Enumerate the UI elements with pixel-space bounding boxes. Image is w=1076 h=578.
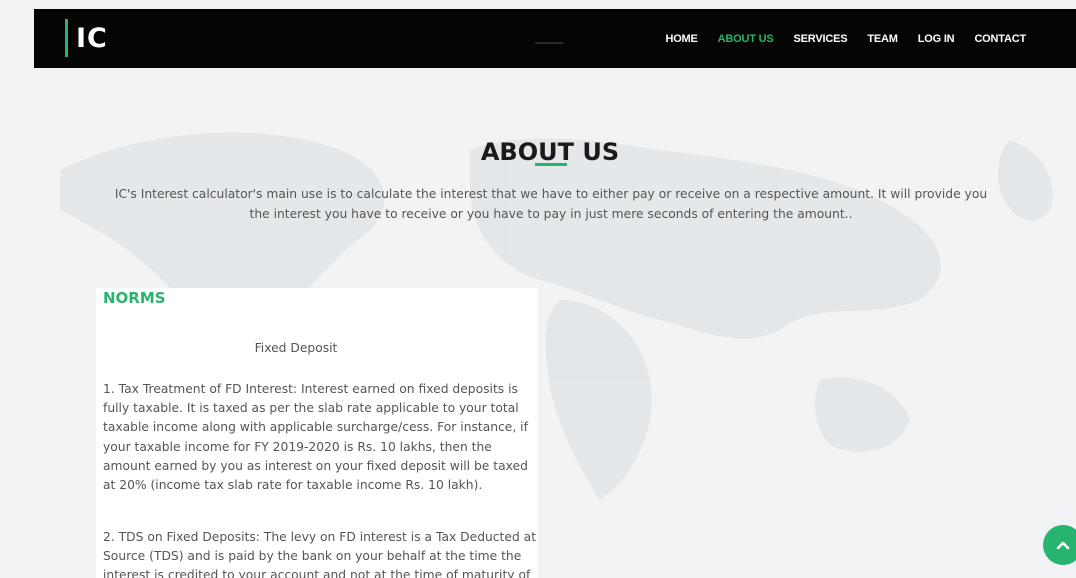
- norms-paragraph-1: 1. Tax Treatment of FD Interest: Interes…: [103, 382, 528, 493]
- chevron-up-icon: [1056, 541, 1070, 550]
- nav-about-us[interactable]: ABOUT US: [718, 33, 774, 45]
- about-intro-text: IC's Interest calculator's main use is t…: [114, 187, 988, 221]
- fixed-deposit-subtitle: Fixed Deposit: [254, 341, 338, 355]
- norms-title: NORMS: [103, 289, 166, 307]
- page: IC HOME ABOUT US SERVICES TEAM LOG IN CO…: [0, 0, 1076, 578]
- scroll-to-top-button[interactable]: [1043, 525, 1076, 565]
- norms-paragraph-2: 2. TDS on Fixed Deposits: The levy on FD…: [103, 530, 537, 578]
- nav-divider: [535, 42, 563, 44]
- logo-accent-bar: [65, 19, 68, 57]
- nav-home[interactable]: HOME: [665, 33, 697, 45]
- norms-card: NORMS Fixed Deposit 1. Tax Treatment of …: [96, 288, 538, 578]
- logo-text: IC: [76, 22, 108, 54]
- nav-team[interactable]: TEAM: [867, 33, 898, 45]
- brand-logo[interactable]: IC: [65, 19, 108, 57]
- nav-contact[interactable]: CONTACT: [974, 33, 1026, 45]
- top-navbar: IC HOME ABOUT US SERVICES TEAM LOG IN CO…: [34, 9, 1076, 68]
- section-heading: ABOUT US: [480, 138, 620, 166]
- nav-services[interactable]: SERVICES: [794, 33, 848, 45]
- main-nav: HOME ABOUT US SERVICES TEAM LOG IN CONTA…: [665, 9, 1026, 68]
- nav-log-in[interactable]: LOG IN: [918, 33, 955, 45]
- heading-underline: [535, 163, 567, 166]
